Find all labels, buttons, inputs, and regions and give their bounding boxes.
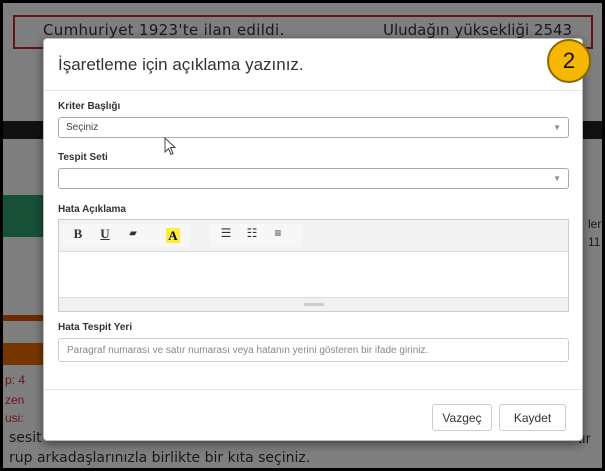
mouse-cursor-icon: [164, 137, 177, 156]
error-description-editor: B U ▰ A ☰ ☷ ≡: [58, 219, 569, 312]
error-location-label: Hata Tespit Yeri: [58, 322, 133, 333]
editor-text-area[interactable]: [59, 252, 568, 296]
editor-toolbar: B U ▰ A ☰ ☷ ≡: [59, 220, 568, 252]
chevron-down-icon: ▼: [553, 174, 561, 183]
criterion-select-value: Seçiniz: [66, 122, 99, 133]
editor-statusbar: [59, 297, 568, 311]
highlight-button[interactable]: A: [166, 228, 180, 243]
numbered-list-icon[interactable]: ☷: [243, 226, 261, 240]
modal-footer: Vazgeç Kaydet: [44, 389, 582, 442]
annotation-modal: İşaretleme için açıklama yazınız. Kriter…: [43, 38, 591, 442]
criterion-select[interactable]: Seçiniz ▼: [58, 117, 569, 138]
criterion-label: Kriter Başlığı: [58, 101, 121, 112]
cancel-button[interactable]: Vazgeç: [432, 404, 492, 431]
align-icon[interactable]: ≡: [269, 226, 287, 240]
screen: Cumhuriyet 1923'te ilan edildi. Uludağın…: [0, 0, 605, 471]
step-number-badge: 2: [547, 39, 591, 83]
error-location-input[interactable]: [58, 338, 569, 362]
detection-set-label: Tespit Seti: [58, 152, 108, 163]
eraser-icon[interactable]: ▰: [124, 228, 142, 239]
underline-button[interactable]: U: [96, 226, 114, 242]
modal-header: İşaretleme için açıklama yazınız.: [44, 39, 582, 91]
chevron-down-icon: ▼: [553, 123, 561, 132]
error-description-label: Hata Açıklama: [58, 204, 126, 215]
detection-set-select[interactable]: ▼: [58, 168, 569, 189]
bold-button[interactable]: B: [69, 226, 87, 242]
save-button[interactable]: Kaydet: [499, 404, 566, 431]
bullet-list-icon[interactable]: ☰: [217, 226, 235, 240]
resize-handle[interactable]: [304, 303, 324, 306]
modal-title: İşaretleme için açıklama yazınız.: [58, 55, 304, 74]
